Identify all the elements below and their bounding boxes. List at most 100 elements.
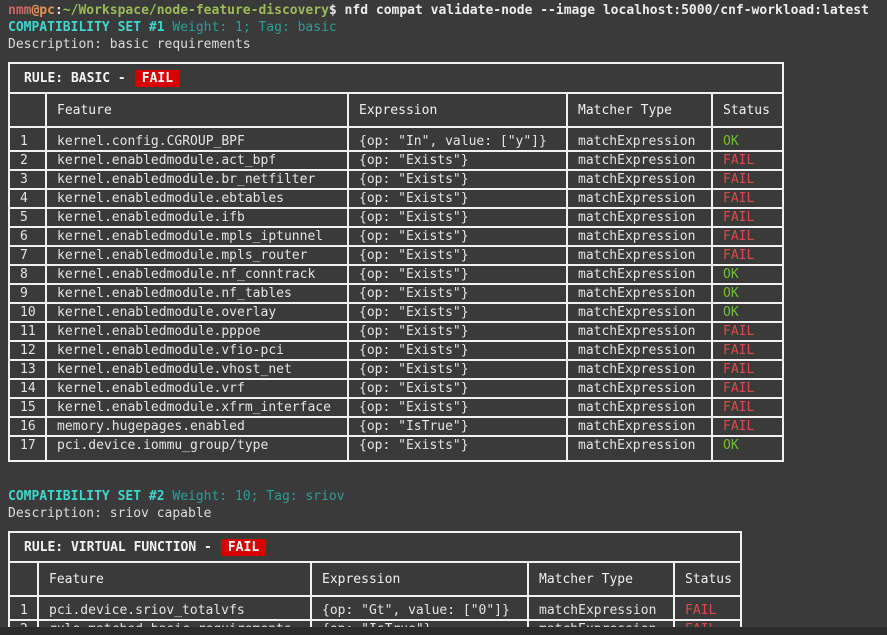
row-feature: memory.hugepages.enabled [46,417,348,436]
row-matcher-type: matchExpression [567,284,712,303]
col-header-status: Status [674,562,741,596]
row-feature: kernel.enabledmodule.ifb [46,208,348,227]
row-index: 10 [9,303,46,322]
rule-status-badge: FAIL [135,70,180,87]
row-feature: kernel.enabledmodule.nf_conntrack [46,265,348,284]
row-index: 5 [9,208,46,227]
row-index: 9 [9,284,46,303]
row-feature: kernel.enabledmodule.mpls_iptunnel [46,227,348,246]
column-header-row: Feature Expression Matcher Type Status [9,93,783,127]
rule-table-basic: RULE: BASIC - FAIL Feature Expression Mat… [8,62,784,462]
row-status: FAIL [712,341,783,360]
table-row: 16 memory.hugepages.enabled {op: "IsTrue… [9,417,783,436]
row-index: 17 [9,436,46,461]
terminal-window: nmm@pc:~/Workspace/node-feature-discover… [0,0,887,635]
row-matcher-type: matchExpression [567,436,712,461]
table-row: 17 pci.device.iommu_group/type {op: "Exi… [9,436,783,461]
row-status: FAIL [712,398,783,417]
typed-command: nfd compat validate-node --image localho… [337,3,869,18]
row-matcher-type: matchExpression [567,341,712,360]
row-status: OK [712,284,783,303]
table-row: 12 kernel.enabledmodule.vfio-pci {op: "E… [9,341,783,360]
row-status: FAIL [712,360,783,379]
row-matcher-type: matchExpression [567,227,712,246]
row-expression: {op: "Exists"} [348,341,567,360]
row-index: 13 [9,360,46,379]
row-matcher-type: matchExpression [567,379,712,398]
rule-table-body: 1 kernel.config.CGROUP_BPF {op: "In", va… [9,127,783,461]
row-matcher-type: matchExpression [567,303,712,322]
row-index: 12 [9,341,46,360]
set2-meta: Weight: 10; Tag: sriov [165,489,345,504]
table-row: 7 kernel.enabledmodule.mpls_router {op: … [9,246,783,265]
rule-label: RULE: BASIC - [24,71,126,86]
row-feature: kernel.enabledmodule.overlay [46,303,348,322]
col-header-matcher: Matcher Type [567,93,712,127]
row-matcher-type: matchExpression [567,151,712,170]
row-expression: {op: "Exists"} [348,151,567,170]
row-expression: {op: "Exists"} [348,360,567,379]
row-status: FAIL [712,379,783,398]
table-row: 2 kernel.enabledmodule.act_bpf {op: "Exi… [9,151,783,170]
table-row: 6 kernel.enabledmodule.mpls_iptunnel {op… [9,227,783,246]
row-matcher-type: matchExpression [567,398,712,417]
column-header-row: Feature Expression Matcher Type Status [9,562,741,596]
rule-label: RULE: VIRTUAL FUNCTION - [24,540,212,555]
row-index: 1 [9,127,46,151]
row-matcher-type: matchExpression [567,265,712,284]
row-index: 3 [9,170,46,189]
row-status: FAIL [712,322,783,341]
row-expression: {op: "IsTrue"} [348,417,567,436]
row-index: 1 [9,596,38,620]
row-status: FAIL [712,246,783,265]
row-status: OK [712,303,783,322]
row-status: FAIL [712,189,783,208]
rule-title-cell: RULE: VIRTUAL FUNCTION - FAIL [9,532,741,562]
rule-title-row: RULE: BASIC - FAIL [9,63,783,93]
row-index: 7 [9,246,46,265]
row-expression: {op: "Exists"} [348,246,567,265]
row-expression: {op: "Exists"} [348,398,567,417]
row-matcher-type: matchExpression [567,322,712,341]
table-row: 1 pci.device.sriov_totalvfs {op: "Gt", v… [9,596,741,620]
row-expression: {op: "Exists"} [348,436,567,461]
table-row: 4 kernel.enabledmodule.ebtables {op: "Ex… [9,189,783,208]
prompt-colon: : [55,3,63,18]
col-header-expression: Expression [348,93,567,127]
set1-title: COMPATIBILITY SET #1 [8,20,165,35]
row-status: FAIL [712,170,783,189]
table-row: 1 kernel.config.CGROUP_BPF {op: "In", va… [9,127,783,151]
prompt-path: ~/Workspace/node-feature-discovery [63,3,329,18]
row-feature: kernel.enabledmodule.vhost_net [46,360,348,379]
row-expression: {op: "Exists"} [348,227,567,246]
row-expression: {op: "Exists"} [348,170,567,189]
row-matcher-type: matchExpression [567,246,712,265]
set1-description: Description: basic requirements [8,36,887,53]
row-index: 16 [9,417,46,436]
row-expression: {op: "Exists"} [348,379,567,398]
set2-header-line: COMPATIBILITY SET #2 Weight: 10; Tag: sr… [8,488,887,505]
rule-title-row: RULE: VIRTUAL FUNCTION - FAIL [9,532,741,562]
row-status: OK [712,436,783,461]
row-feature: kernel.enabledmodule.ebtables [46,189,348,208]
row-status: OK [712,127,783,151]
row-index: 8 [9,265,46,284]
table-row: 10 kernel.enabledmodule.overlay {op: "Ex… [9,303,783,322]
row-feature: kernel.enabledmodule.pppoe [46,322,348,341]
table-row: 14 kernel.enabledmodule.vrf {op: "Exists… [9,379,783,398]
set1-header-line: COMPATIBILITY SET #1 Weight: 1; Tag: bas… [8,19,887,36]
row-status: FAIL [712,227,783,246]
row-expression: {op: "Gt", value: ["0"]} [311,596,528,620]
table-row: 3 kernel.enabledmodule.br_netfilter {op:… [9,170,783,189]
row-feature: kernel.enabledmodule.vfio-pci [46,341,348,360]
row-feature: kernel.enabledmodule.act_bpf [46,151,348,170]
prompt-user: nmm [8,3,31,18]
row-expression: {op: "In", value: ["y"]} [348,127,567,151]
rule-status-badge: FAIL [221,539,266,556]
row-matcher-type: matchExpression [567,360,712,379]
row-index: 6 [9,227,46,246]
row-expression: {op: "Exists"} [348,189,567,208]
col-header-matcher: Matcher Type [528,562,674,596]
row-feature: kernel.enabledmodule.mpls_router [46,246,348,265]
table-row: 13 kernel.enabledmodule.vhost_net {op: "… [9,360,783,379]
